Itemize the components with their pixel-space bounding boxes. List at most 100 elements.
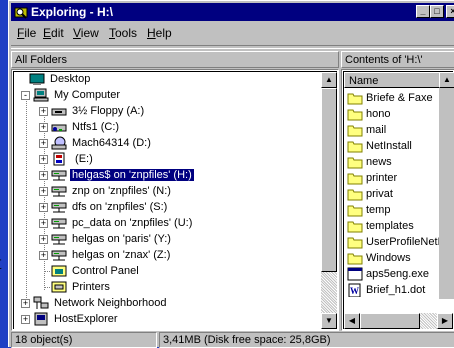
scroll-down-button[interactable]: ▼ bbox=[321, 313, 337, 329]
tree-item[interactable]: My Computer bbox=[33, 87, 122, 103]
file-list-item[interactable]: hono bbox=[347, 106, 390, 122]
tree-item-label: HostExplorer bbox=[54, 313, 118, 325]
tree-item[interactable]: HostExplorer bbox=[33, 311, 120, 327]
minimize-button[interactable]: _ bbox=[416, 5, 430, 18]
tree-vertical-scrollbar[interactable]: ▲ ▼ bbox=[321, 72, 337, 329]
folder-icon bbox=[347, 157, 363, 169]
collapse-icon[interactable]: - bbox=[21, 91, 30, 100]
file-list-item[interactable]: NetInstall bbox=[347, 138, 412, 154]
file-name: mail bbox=[366, 124, 387, 136]
folder-icon bbox=[347, 205, 363, 217]
explorer-window: Exploring - H:\ _ □ × File Edit View Too… bbox=[8, 0, 454, 348]
hard-drive-icon bbox=[51, 124, 67, 132]
folder-icon bbox=[347, 141, 363, 153]
menu-view[interactable]: View bbox=[73, 26, 99, 40]
menu-separator bbox=[11, 45, 454, 49]
folder-icon bbox=[347, 189, 363, 201]
expand-icon[interactable]: + bbox=[39, 171, 48, 180]
menu-file[interactable]: File bbox=[17, 26, 36, 40]
tree-item[interactable]: Desktop bbox=[29, 71, 92, 87]
close-button[interactable]: × bbox=[446, 5, 454, 18]
file-name: NetInstall bbox=[366, 140, 412, 152]
file-list-item[interactable]: Windows bbox=[347, 250, 411, 266]
tree-item-label: Printers bbox=[72, 281, 110, 293]
expand-icon[interactable]: + bbox=[21, 315, 30, 324]
expand-icon[interactable]: + bbox=[39, 251, 48, 260]
name-column-header[interactable]: Name bbox=[344, 72, 454, 88]
file-list-item[interactable]: aps5eng.exe bbox=[347, 266, 429, 282]
background-text: t bbox=[0, 252, 2, 275]
tree-item-label: (E:) bbox=[72, 153, 93, 165]
scroll-left-button[interactable]: ◀ bbox=[344, 313, 360, 329]
network-drive-icon bbox=[51, 186, 67, 197]
tree-scroll-thumb[interactable] bbox=[321, 88, 337, 272]
tree-item[interactable]: 3½ Floppy (A:) bbox=[51, 103, 146, 119]
tree-item[interactable]: pc_data on 'znpfiles' (U:) bbox=[51, 215, 194, 231]
file-name: news bbox=[366, 156, 392, 168]
menu-help[interactable]: Help bbox=[147, 26, 172, 40]
file-name: hono bbox=[366, 108, 391, 120]
tree-item[interactable]: (E:) bbox=[51, 151, 95, 167]
tree-item[interactable]: Control Panel bbox=[51, 263, 141, 279]
title-bar[interactable]: Exploring - H:\ _ □ × bbox=[11, 3, 454, 21]
folder-tree-pane[interactable]: Desktop My Computer - 3½ Floppy (A:) + Ntfs1 … bbox=[11, 69, 339, 331]
folder-icon bbox=[347, 173, 363, 185]
contents-vertical-scrollbar[interactable]: ▲ bbox=[439, 72, 454, 299]
file-list-item[interactable]: templates bbox=[347, 218, 414, 234]
tree-item[interactable]: Printers bbox=[51, 279, 112, 295]
menu-tools[interactable]: Tools bbox=[109, 26, 137, 40]
scroll-right-button[interactable]: ▶ bbox=[437, 313, 453, 329]
expand-icon[interactable]: + bbox=[39, 187, 48, 196]
tree-item[interactable]: Mach64314 (D:) bbox=[51, 135, 153, 151]
file-list-item[interactable]: privat bbox=[347, 186, 393, 202]
menu-edit[interactable]: Edit bbox=[43, 26, 64, 40]
scroll-up-button[interactable]: ▲ bbox=[321, 72, 337, 88]
desktop-icon bbox=[29, 73, 45, 86]
tree-item-label: Desktop bbox=[50, 73, 91, 85]
expand-icon[interactable]: + bbox=[21, 299, 30, 308]
contents-horizontal-scrollbar[interactable]: ◀ ▶ bbox=[344, 313, 453, 329]
contents-hscroll-thumb[interactable] bbox=[360, 313, 420, 329]
file-name: Windows bbox=[366, 252, 411, 264]
expand-icon[interactable]: + bbox=[39, 235, 48, 244]
file-list-item[interactable]: Briefe & Faxe bbox=[347, 90, 433, 106]
expand-icon[interactable]: + bbox=[39, 107, 48, 116]
status-disk-space: 3,41MB (Disk free space: 25,8GB) bbox=[159, 332, 454, 348]
tree-item-label: dfs on 'znpfiles' (S:) bbox=[72, 201, 168, 213]
file-list-item[interactable]: W Brief_h1.dot bbox=[347, 282, 425, 298]
file-list-item[interactable]: printer bbox=[347, 170, 397, 186]
svg-text:W: W bbox=[350, 286, 359, 296]
contents-scroll-up-button[interactable]: ▲ bbox=[439, 72, 454, 88]
tree-item-label: helgas on 'znax' (Z:) bbox=[72, 249, 171, 261]
removable-drive-icon bbox=[53, 152, 65, 166]
expand-icon[interactable]: + bbox=[39, 203, 48, 212]
file-list-item[interactable]: temp bbox=[347, 202, 390, 218]
tree-item[interactable]: helgas on 'paris' (Y:) bbox=[51, 231, 173, 247]
expand-icon[interactable]: + bbox=[39, 139, 48, 148]
tree-item[interactable]: helgas on 'znax' (Z:) bbox=[51, 247, 172, 263]
file-list-item[interactable]: mail bbox=[347, 122, 386, 138]
network-drive-icon bbox=[51, 170, 67, 181]
expand-icon[interactable]: + bbox=[39, 123, 48, 132]
control-panel-icon bbox=[51, 265, 67, 277]
folder-icon bbox=[347, 109, 363, 121]
window-title: Exploring - H:\ bbox=[31, 5, 113, 19]
file-name: printer bbox=[366, 172, 398, 184]
file-name: templates bbox=[366, 220, 414, 232]
tree-item[interactable]: dfs on 'znpfiles' (S:) bbox=[51, 199, 169, 215]
expand-icon[interactable]: + bbox=[39, 219, 48, 228]
contents-pane[interactable]: Name Briefe & Faxe hono mail NetInstall news… bbox=[341, 69, 454, 331]
file-name: privat bbox=[366, 188, 393, 200]
maximize-button[interactable]: □ bbox=[430, 5, 444, 18]
expand-icon[interactable]: + bbox=[39, 155, 48, 164]
tree-item[interactable]: Network Neighborhood bbox=[33, 295, 169, 311]
tree-item[interactable]: helgas$ on 'znpfiles' (H:) bbox=[51, 167, 195, 183]
folder-icon bbox=[347, 237, 363, 249]
file-list-item[interactable]: UserProfileNetInst bbox=[347, 234, 454, 250]
floppy-icon bbox=[51, 108, 67, 116]
file-list-item[interactable]: news bbox=[347, 154, 392, 170]
contents-header: Contents of 'H:\' bbox=[341, 51, 454, 68]
tree-item[interactable]: Ntfs1 (C:) bbox=[51, 119, 121, 135]
tree-item[interactable]: znp on 'znpfiles' (N:) bbox=[51, 183, 173, 199]
tree-item-label: 3½ Floppy (A:) bbox=[72, 105, 145, 117]
